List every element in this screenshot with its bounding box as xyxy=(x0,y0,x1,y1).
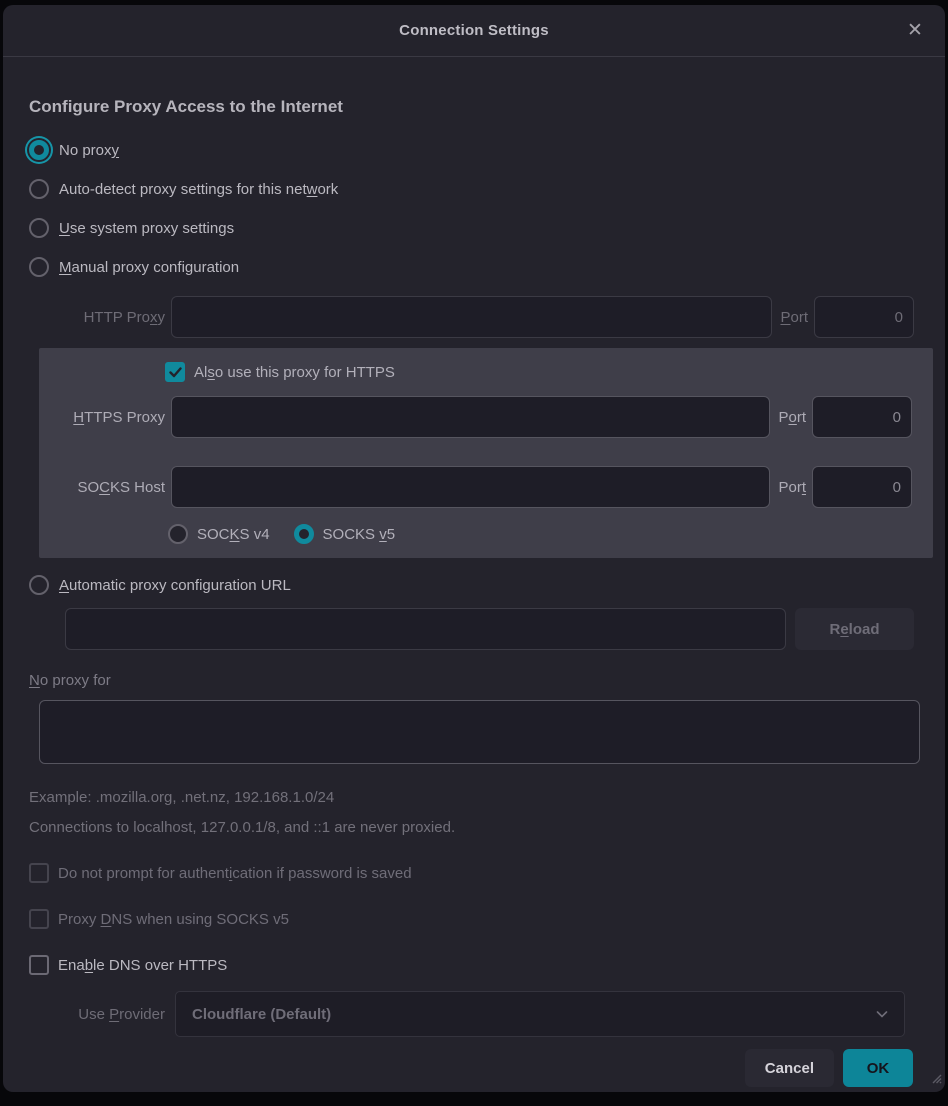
http-port-input[interactable] xyxy=(814,296,914,338)
radio-icon[interactable] xyxy=(29,140,49,160)
checkbox-icon[interactable] xyxy=(29,955,49,975)
https-socks-section: Also use this proxy for HTTPS HTTPS Prox… xyxy=(39,348,933,558)
checkbox-icon[interactable] xyxy=(165,362,185,382)
radio-use-system-label: Use system proxy settings xyxy=(59,220,234,237)
no-proxy-for-textarea[interactable] xyxy=(39,700,920,764)
dialog-title: Connection Settings xyxy=(399,22,549,39)
radio-socks-v5-label: SOCKS v5 xyxy=(323,526,396,543)
radio-icon[interactable] xyxy=(168,524,188,544)
radio-icon[interactable] xyxy=(29,218,49,238)
checkbox-enable-doh-label: Enable DNS over HTTPS xyxy=(58,957,227,974)
checkbox-enable-doh[interactable]: Enable DNS over HTTPS xyxy=(29,953,914,977)
https-port-input[interactable] xyxy=(812,396,912,438)
auto-config-url-input[interactable] xyxy=(65,608,786,650)
https-port-label: Port xyxy=(776,409,806,426)
titlebar: Connection Settings ✕ xyxy=(3,5,945,57)
http-proxy-input[interactable] xyxy=(171,296,772,338)
checkbox-icon[interactable] xyxy=(29,863,49,883)
dialog-body: Configure Proxy Access to the Internet N… xyxy=(3,57,945,1087)
radio-auto-detect-label: Auto-detect proxy settings for this netw… xyxy=(59,181,338,198)
socks-host-input[interactable] xyxy=(171,466,770,508)
close-icon: ✕ xyxy=(907,19,923,42)
radio-manual-config-label: Manual proxy configuration xyxy=(59,259,239,276)
https-proxy-row: HTTPS Proxy Port xyxy=(39,396,912,438)
no-proxy-for-label: No proxy for xyxy=(29,668,914,692)
reload-button[interactable]: Reload xyxy=(795,608,914,650)
also-use-https-checkbox-row[interactable]: Also use this proxy for HTTPS xyxy=(39,360,912,384)
checkbox-icon[interactable] xyxy=(29,909,49,929)
dns-provider-value: Cloudflare (Default) xyxy=(192,1006,874,1023)
radio-manual-config[interactable]: Manual proxy configuration xyxy=(29,254,914,280)
radio-auto-detect[interactable]: Auto-detect proxy settings for this netw… xyxy=(29,176,914,202)
radio-socks-v4-label: SOCKS v4 xyxy=(197,526,270,543)
socks-host-label: SOCKS Host xyxy=(39,479,165,496)
socks-host-row: SOCKS Host Port xyxy=(39,466,912,508)
no-proxy-example-text: Example: .mozilla.org, .net.nz, 192.168.… xyxy=(29,787,914,809)
use-provider-label: Use Provider xyxy=(29,1006,165,1023)
radio-auto-config-url-label: Automatic proxy configuration URL xyxy=(59,577,291,594)
checkmark-icon xyxy=(169,367,182,378)
checkbox-no-prompt-auth-label: Do not prompt for authentication if pass… xyxy=(58,865,412,882)
also-use-https-label: Also use this proxy for HTTPS xyxy=(194,364,395,381)
dialog-footer: Cancel OK xyxy=(29,1049,914,1087)
http-proxy-row: HTTP Proxy Port xyxy=(29,296,914,338)
cancel-button[interactable]: Cancel xyxy=(745,1049,834,1087)
socks-port-input[interactable] xyxy=(812,466,912,508)
resize-grip-icon[interactable] xyxy=(928,1070,942,1089)
radio-auto-config-url[interactable]: Automatic proxy configuration URL xyxy=(29,572,914,598)
radio-icon[interactable] xyxy=(29,257,49,277)
http-port-label: Port xyxy=(778,309,808,326)
dns-provider-row: Use Provider Cloudflare (Default) xyxy=(29,991,914,1035)
http-proxy-label: HTTP Proxy xyxy=(29,309,165,326)
radio-no-proxy[interactable]: No proxy xyxy=(29,137,914,163)
page-title: Configure Proxy Access to the Internet xyxy=(29,95,914,119)
connection-settings-dialog: Connection Settings ✕ Configure Proxy Ac… xyxy=(3,5,945,1092)
dns-provider-dropdown[interactable]: Cloudflare (Default) xyxy=(175,991,905,1037)
https-proxy-label: HTTPS Proxy xyxy=(39,409,165,426)
radio-no-proxy-label: No proxy xyxy=(59,142,119,159)
checkbox-proxy-dns-socks5-label: Proxy DNS when using SOCKS v5 xyxy=(58,911,289,928)
localhost-note-text: Connections to localhost, 127.0.0.1/8, a… xyxy=(29,817,914,839)
radio-icon[interactable] xyxy=(294,524,314,544)
chevron-down-icon xyxy=(874,1006,890,1022)
radio-icon[interactable] xyxy=(29,575,49,595)
https-proxy-input[interactable] xyxy=(171,396,770,438)
radio-socks-v5[interactable]: SOCKS v5 xyxy=(294,524,396,544)
close-button[interactable]: ✕ xyxy=(901,17,929,45)
socks-version-radios: SOCKS v4 SOCKS v5 xyxy=(39,522,912,546)
socks-port-label: Port xyxy=(776,479,806,496)
radio-use-system[interactable]: Use system proxy settings xyxy=(29,215,914,241)
ok-button[interactable]: OK xyxy=(843,1049,913,1087)
checkbox-no-prompt-auth[interactable]: Do not prompt for authentication if pass… xyxy=(29,861,914,885)
radio-socks-v4[interactable]: SOCKS v4 xyxy=(168,524,270,544)
checkbox-proxy-dns-socks5[interactable]: Proxy DNS when using SOCKS v5 xyxy=(29,907,914,931)
radio-icon[interactable] xyxy=(29,179,49,199)
auto-config-url-row: Reload xyxy=(65,608,914,650)
